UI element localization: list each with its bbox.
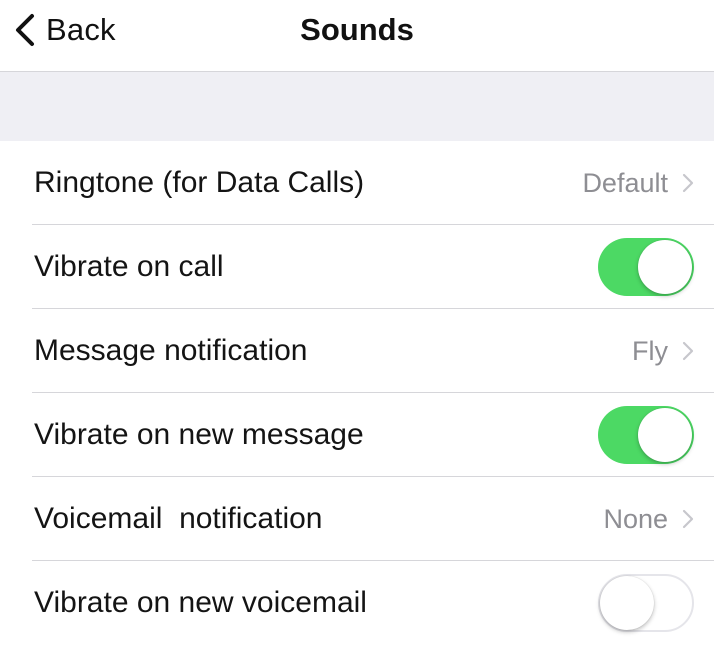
setting-label: Vibrate on new voicemail xyxy=(34,586,367,619)
setting-label: Vibrate on new message xyxy=(34,418,364,451)
setting-value: Fly xyxy=(632,335,668,366)
setting-row-ringtone[interactable]: Ringtone (for Data Calls) Default xyxy=(0,141,714,225)
group-spacer xyxy=(0,72,714,141)
toggle-knob xyxy=(638,408,692,462)
setting-row-voicemail-notification[interactable]: Voicemail notification None xyxy=(0,477,714,561)
setting-label: Message notification xyxy=(34,334,308,367)
setting-label: Ringtone (for Data Calls) xyxy=(34,166,365,199)
vibrate-on-new-voicemail-toggle[interactable] xyxy=(598,574,694,632)
setting-row-message-notification[interactable]: Message notification Fly xyxy=(0,309,714,393)
setting-label: Vibrate on call xyxy=(34,250,224,283)
page-title: Sounds xyxy=(300,12,414,47)
vibrate-on-call-toggle[interactable] xyxy=(598,238,694,296)
chevron-right-icon xyxy=(682,341,694,361)
vibrate-on-new-message-toggle[interactable] xyxy=(598,406,694,464)
setting-row-vibrate-on-call: Vibrate on call xyxy=(0,225,714,309)
setting-row-vibrate-on-new-voicemail: Vibrate on new voicemail xyxy=(0,561,714,645)
navigation-bar: Back Sounds xyxy=(0,0,714,72)
setting-row-vibrate-on-new-message: Vibrate on new message xyxy=(0,393,714,477)
setting-label: Voicemail notification xyxy=(34,502,323,535)
setting-value: None xyxy=(603,503,668,534)
chevron-right-icon xyxy=(682,173,694,193)
settings-list: Ringtone (for Data Calls) Default Vibrat… xyxy=(0,141,714,645)
toggle-knob xyxy=(638,240,692,294)
setting-value: Default xyxy=(582,167,668,198)
toggle-knob xyxy=(600,576,654,630)
chevron-right-icon xyxy=(682,509,694,529)
